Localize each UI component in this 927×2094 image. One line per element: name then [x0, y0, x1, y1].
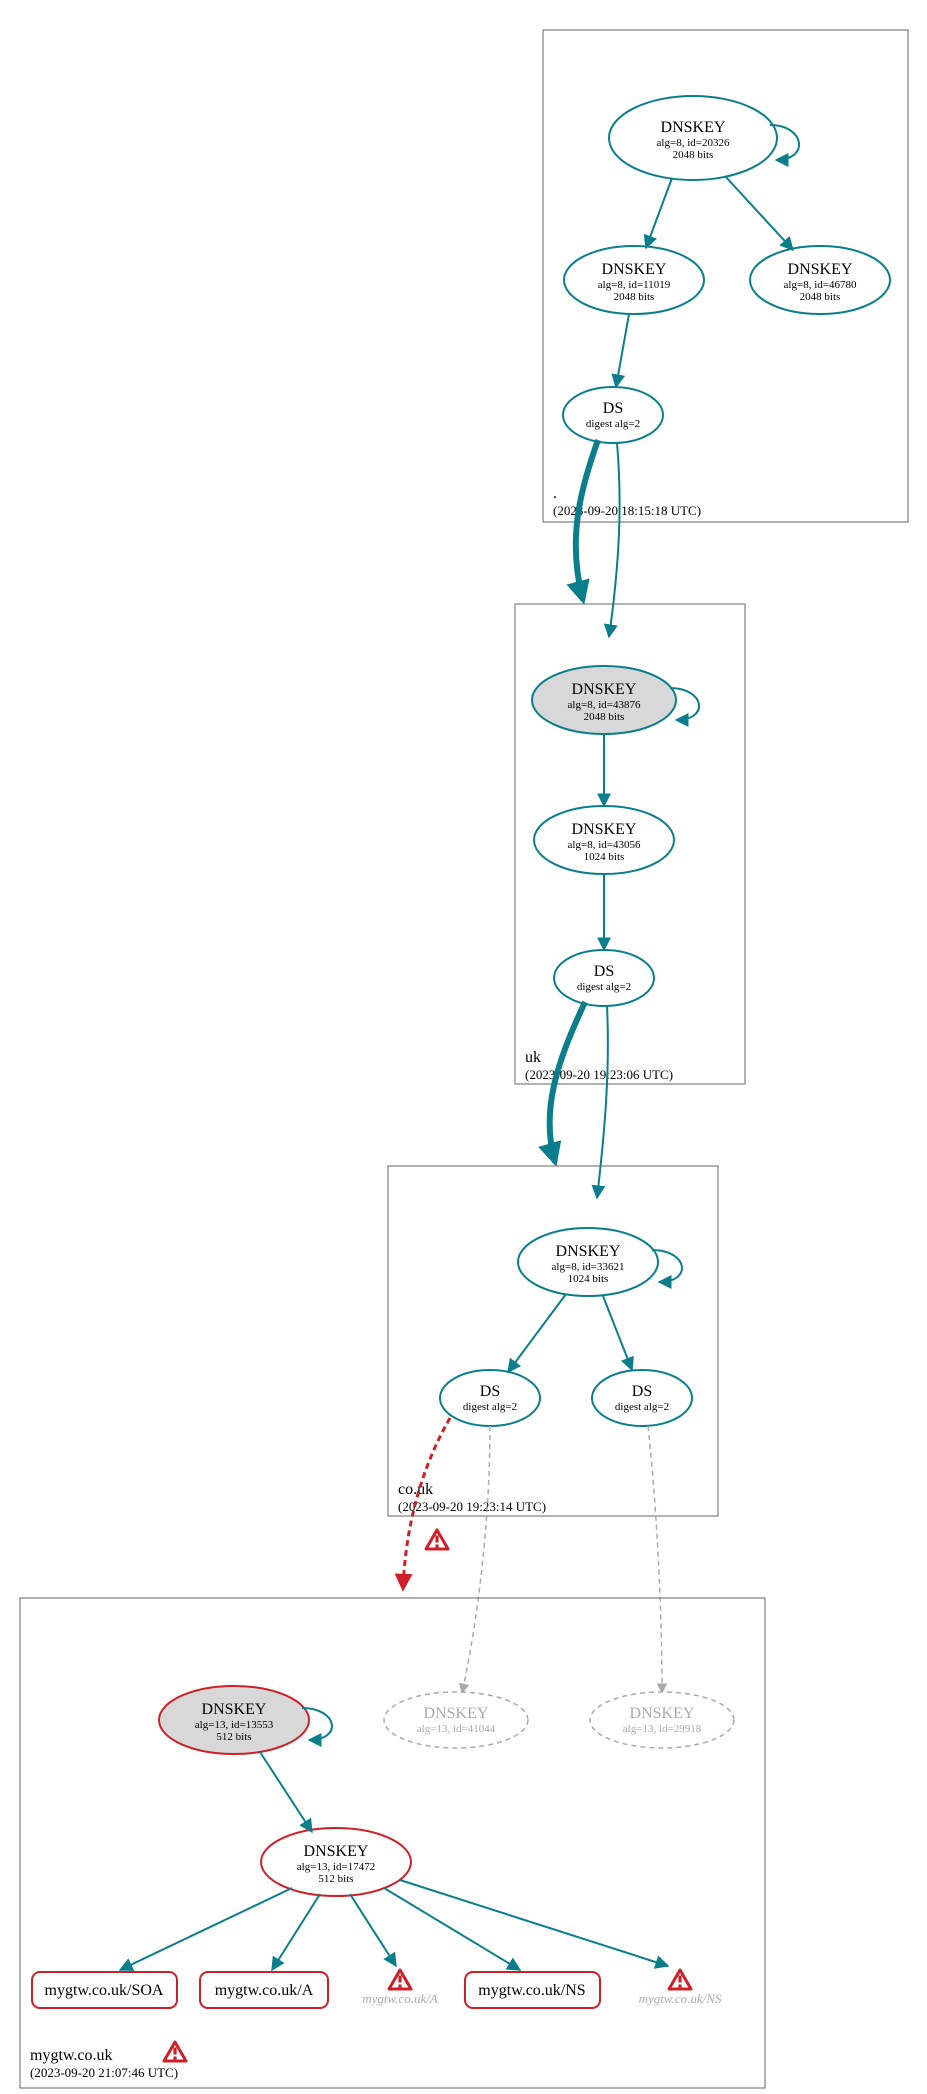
zone-couk-time: (2023-09-20 19:23:14 UTC): [398, 1499, 546, 1514]
svg-text:DNSKEY: DNSKEY: [661, 119, 726, 136]
svg-text:digest alg=2: digest alg=2: [586, 418, 640, 430]
svg-text:alg=8, id=46780: alg=8, id=46780: [784, 279, 857, 291]
svg-text:alg=8, id=20326: alg=8, id=20326: [657, 137, 730, 149]
svg-text:DS: DS: [603, 400, 623, 417]
svg-text:alg=8, id=33621: alg=8, id=33621: [552, 1261, 625, 1273]
edge: [648, 1426, 662, 1693]
zone-couk: co.uk (2023-09-20 19:23:14 UTC) DNSKEY a…: [388, 1166, 718, 1516]
edge: [616, 314, 629, 387]
node-my-a-ghost: mygtw.co.uk/A: [362, 1970, 438, 2006]
node-my-ns[interactable]: mygtw.co.uk/NS: [465, 1972, 600, 2008]
zone-root-label: .: [553, 485, 557, 502]
delegation-uk-couk: [550, 1002, 585, 1162]
svg-text:2048 bits: 2048 bits: [673, 149, 714, 161]
svg-text:2048 bits: 2048 bits: [800, 291, 841, 303]
node-couk-ds1[interactable]: DS digest alg=2: [440, 1370, 540, 1426]
edge: [260, 1752, 312, 1832]
node-my-a[interactable]: mygtw.co.uk/A: [200, 1972, 328, 2008]
node-uk-ds[interactable]: DS digest alg=2: [554, 950, 654, 1006]
svg-text:2048 bits: 2048 bits: [584, 711, 625, 723]
svg-text:mygtw.co.uk/NS: mygtw.co.uk/NS: [478, 1982, 585, 1999]
warning-icon: [426, 1530, 448, 1549]
svg-text:DNSKEY: DNSKEY: [602, 261, 667, 278]
edge: [609, 443, 620, 637]
edge: [120, 1888, 292, 1970]
svg-text:DNSKEY: DNSKEY: [630, 1705, 695, 1722]
node-my-soa[interactable]: mygtw.co.uk/SOA: [32, 1972, 177, 2008]
node-root-zsk2[interactable]: DNSKEY alg=8, id=46780 2048 bits: [750, 246, 890, 314]
svg-text:alg=13, id=41044: alg=13, id=41044: [417, 1723, 496, 1735]
svg-text:mygtw.co.uk/NS: mygtw.co.uk/NS: [639, 1991, 722, 2006]
zone-uk-time: (2023-09-20 19:23:06 UTC): [525, 1067, 673, 1082]
node-couk-ds2[interactable]: DS digest alg=2: [592, 1370, 692, 1426]
edge: [646, 178, 672, 248]
svg-text:DNSKEY: DNSKEY: [572, 821, 637, 838]
svg-text:DS: DS: [632, 1383, 652, 1400]
node-my-ghost2[interactable]: DNSKEY alg=13, id=29918: [590, 1692, 734, 1748]
svg-text:2048 bits: 2048 bits: [614, 291, 655, 303]
node-uk-zsk[interactable]: DNSKEY alg=8, id=43056 1024 bits: [534, 806, 674, 874]
svg-text:DS: DS: [480, 1383, 500, 1400]
zone-my-label: mygtw.co.uk: [30, 2047, 113, 2064]
node-root-zsk1[interactable]: DNSKEY alg=8, id=11019 2048 bits: [564, 246, 704, 314]
svg-text:DNSKEY: DNSKEY: [202, 1701, 267, 1718]
warning-icon: [164, 2042, 186, 2061]
node-root-ds[interactable]: DS digest alg=2: [563, 387, 663, 443]
svg-text:DNSKEY: DNSKEY: [572, 681, 637, 698]
svg-text:DS: DS: [594, 963, 614, 980]
svg-text:DNSKEY: DNSKEY: [788, 261, 853, 278]
svg-text:digest alg=2: digest alg=2: [577, 981, 631, 993]
svg-text:digest alg=2: digest alg=2: [463, 1401, 517, 1413]
zone-my: mygtw.co.uk (2023-09-20 21:07:46 UTC) DN…: [20, 1598, 765, 2088]
svg-text:alg=13, id=29918: alg=13, id=29918: [623, 1723, 702, 1735]
svg-text:digest alg=2: digest alg=2: [615, 1401, 669, 1413]
svg-text:1024 bits: 1024 bits: [584, 851, 625, 863]
delegation-root-uk: [576, 440, 598, 600]
node-my-ksk[interactable]: DNSKEY alg=13, id=13553 512 bits: [159, 1686, 332, 1754]
node-my-zsk[interactable]: DNSKEY alg=13, id=17472 512 bits: [261, 1828, 411, 1896]
dnssec-graph: . (2023-09-20 18:15:18 UTC) DNSKEY alg=8…: [0, 0, 927, 2094]
svg-text:alg=13, id=17472: alg=13, id=17472: [297, 1861, 375, 1873]
zone-uk: uk (2023-09-20 19:23:06 UTC) DNSKEY alg=…: [515, 604, 745, 1084]
svg-text:alg=8, id=11019: alg=8, id=11019: [598, 279, 671, 291]
svg-text:1024 bits: 1024 bits: [568, 1273, 609, 1285]
edge: [272, 1894, 320, 1970]
svg-text:DNSKEY: DNSKEY: [556, 1243, 621, 1260]
node-uk-ksk[interactable]: DNSKEY alg=8, id=43876 2048 bits: [532, 666, 699, 734]
node-couk-ksk[interactable]: DNSKEY alg=8, id=33621 1024 bits: [518, 1228, 682, 1296]
edge: [603, 1296, 632, 1370]
svg-text:DNSKEY: DNSKEY: [424, 1705, 489, 1722]
zone-couk-label: co.uk: [398, 1481, 433, 1498]
svg-text:DNSKEY: DNSKEY: [304, 1843, 369, 1860]
edge: [725, 176, 793, 250]
svg-text:mygtw.co.uk/A: mygtw.co.uk/A: [215, 1982, 314, 1999]
svg-text:alg=8, id=43876: alg=8, id=43876: [568, 699, 641, 711]
svg-text:512 bits: 512 bits: [318, 1873, 353, 1885]
edge: [597, 1006, 608, 1198]
node-root-ksk[interactable]: DNSKEY alg=8, id=20326 2048 bits: [609, 96, 799, 180]
edge: [384, 1888, 520, 1970]
svg-text:mygtw.co.uk/SOA: mygtw.co.uk/SOA: [45, 1982, 164, 1999]
edge: [508, 1294, 566, 1372]
svg-text:alg=8, id=43056: alg=8, id=43056: [568, 839, 641, 851]
zone-my-time: (2023-09-20 21:07:46 UTC): [30, 2065, 178, 2080]
node-my-ghost1[interactable]: DNSKEY alg=13, id=41044: [384, 1692, 528, 1748]
svg-text:512 bits: 512 bits: [216, 1731, 251, 1743]
edge: [350, 1894, 396, 1966]
zone-uk-label: uk: [525, 1049, 541, 1066]
node-my-ns-ghost: mygtw.co.uk/NS: [639, 1970, 722, 2006]
edge: [462, 1426, 490, 1693]
svg-text:mygtw.co.uk/A: mygtw.co.uk/A: [362, 1991, 438, 2006]
svg-text:alg=13, id=13553: alg=13, id=13553: [195, 1719, 274, 1731]
